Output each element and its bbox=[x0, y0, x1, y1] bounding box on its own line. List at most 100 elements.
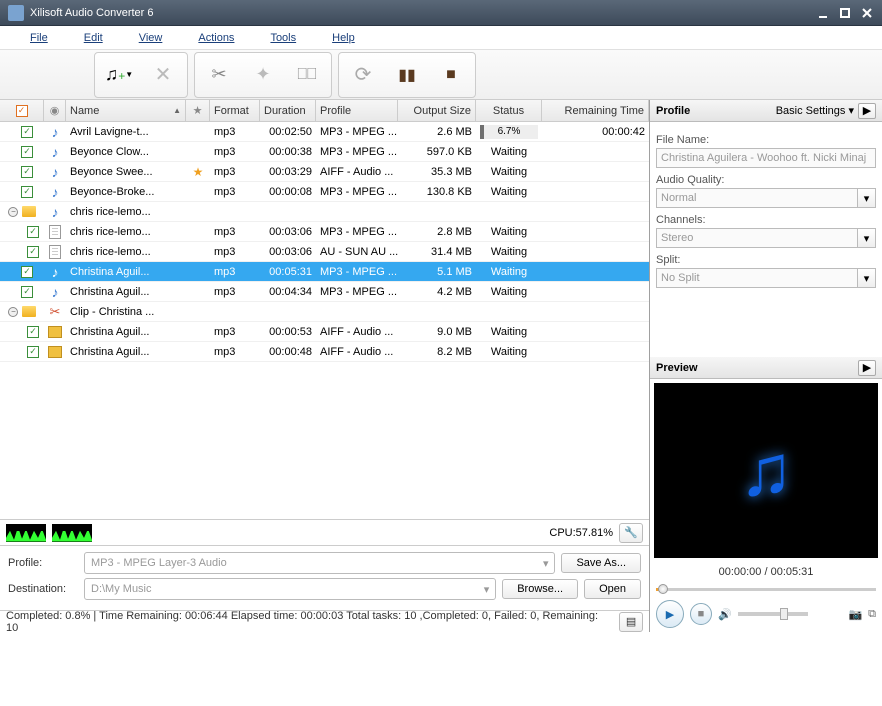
checkbox[interactable] bbox=[27, 246, 39, 258]
table-row[interactable]: chris rice-lemo...mp300:03:06MP3 - MPEG … bbox=[0, 222, 649, 242]
pause-button[interactable]: ▮▮ bbox=[387, 57, 427, 93]
preview-seek-slider[interactable] bbox=[656, 582, 876, 596]
snapshot-button[interactable]: 📷 bbox=[848, 608, 862, 621]
channels-select[interactable] bbox=[656, 228, 858, 248]
collapse-icon[interactable]: − bbox=[8, 207, 18, 217]
effects-button[interactable]: ✦ bbox=[243, 57, 283, 93]
destination-select[interactable]: D:\My Music▾ bbox=[84, 578, 496, 600]
preview-time: 00:00:00 / 00:05:31 bbox=[650, 562, 882, 582]
collapse-icon[interactable]: − bbox=[8, 307, 18, 317]
menu-file[interactable]: File bbox=[12, 29, 66, 47]
remove-button[interactable]: ✕ bbox=[143, 57, 183, 93]
file-list[interactable]: ♪Avril Lavigne-t...mp300:02:50MP3 - MPEG… bbox=[0, 122, 649, 519]
profile-select[interactable]: MP3 - MPEG Layer-3 Audio▾ bbox=[84, 552, 555, 574]
row-format: mp3 bbox=[210, 342, 260, 361]
row-duration: 00:00:38 bbox=[260, 142, 316, 161]
header-format[interactable]: Format bbox=[210, 100, 260, 121]
filename-label: File Name: bbox=[656, 134, 876, 146]
popout-button[interactable]: ⧉ bbox=[868, 608, 876, 621]
quality-select[interactable] bbox=[656, 188, 858, 208]
checkbox[interactable] bbox=[21, 126, 33, 138]
row-format: mp3 bbox=[210, 122, 260, 141]
profile-collapse-button[interactable]: ▶ bbox=[858, 103, 876, 119]
header-output[interactable]: Output Size bbox=[398, 100, 476, 121]
table-row[interactable]: chris rice-lemo...mp300:03:06AU - SUN AU… bbox=[0, 242, 649, 262]
chevron-down-icon[interactable]: ▾ bbox=[858, 188, 876, 208]
header-profile[interactable]: Profile bbox=[316, 100, 398, 121]
convert-button[interactable]: ⟳ bbox=[343, 57, 383, 93]
header-check[interactable] bbox=[0, 100, 44, 121]
menu-help[interactable]: Help bbox=[314, 29, 373, 47]
row-remaining bbox=[542, 262, 649, 281]
menu-actions[interactable]: Actions bbox=[180, 29, 252, 47]
row-format: mp3 bbox=[210, 182, 260, 201]
header-status[interactable]: Status bbox=[476, 100, 542, 121]
menu-view[interactable]: View bbox=[121, 29, 181, 47]
row-format: mp3 bbox=[210, 222, 260, 241]
table-row[interactable]: Christina Aguil...mp300:00:53AIFF - Audi… bbox=[0, 322, 649, 342]
music-icon: ♪ bbox=[52, 284, 59, 300]
row-duration: 00:03:29 bbox=[260, 162, 316, 181]
header-duration[interactable]: Duration bbox=[260, 100, 316, 121]
row-remaining bbox=[542, 282, 649, 301]
row-profile: MP3 - MPEG ... bbox=[316, 282, 398, 301]
table-row[interactable]: ♪Beyonce Swee...★mp300:03:29AIFF - Audio… bbox=[0, 162, 649, 182]
checkbox[interactable] bbox=[27, 346, 39, 358]
table-row[interactable]: Christina Aguil...mp300:00:48AIFF - Audi… bbox=[0, 342, 649, 362]
chevron-down-icon[interactable]: ▾ bbox=[858, 268, 876, 288]
preview-collapse-button[interactable]: ▶ bbox=[858, 360, 876, 376]
header-name[interactable]: Name▲ bbox=[66, 100, 186, 121]
checkbox[interactable] bbox=[27, 326, 39, 338]
open-button[interactable]: Open bbox=[584, 579, 641, 599]
saveas-button[interactable]: Save As... bbox=[561, 553, 641, 573]
checkbox[interactable] bbox=[21, 146, 33, 158]
maximize-button[interactable] bbox=[834, 5, 856, 21]
checkbox[interactable] bbox=[21, 186, 33, 198]
table-row[interactable]: − ✂Clip - Christina ... bbox=[0, 302, 649, 322]
filename-input[interactable] bbox=[656, 148, 876, 168]
table-row[interactable]: ♪Christina Aguil...mp300:04:34MP3 - MPEG… bbox=[0, 282, 649, 302]
menu-tools[interactable]: Tools bbox=[252, 29, 314, 47]
row-output: 9.0 MB bbox=[398, 322, 476, 341]
table-row[interactable]: − ♪chris rice-lemo... bbox=[0, 202, 649, 222]
header-disc-icon[interactable]: ◉ bbox=[44, 100, 66, 121]
basic-settings-dropdown[interactable]: Basic Settings ▾ bbox=[776, 104, 854, 117]
app-title: Xilisoft Audio Converter 6 bbox=[30, 7, 812, 19]
split-button[interactable]: ⎕⎕ bbox=[287, 57, 327, 93]
preview-stop-button[interactable]: ■ bbox=[690, 603, 712, 625]
table-row[interactable]: ♪Avril Lavigne-t...mp300:02:50MP3 - MPEG… bbox=[0, 122, 649, 142]
music-icon: ♪ bbox=[52, 144, 59, 160]
profile-panel-header: Profile Basic Settings ▾ ▶ bbox=[650, 100, 882, 122]
header-remaining[interactable]: Remaining Time bbox=[542, 100, 649, 121]
checkbox[interactable] bbox=[27, 226, 39, 238]
row-duration: 00:04:34 bbox=[260, 282, 316, 301]
menu-edit[interactable]: Edit bbox=[66, 29, 121, 47]
split-select[interactable] bbox=[656, 268, 858, 288]
clip-button[interactable]: ✂ bbox=[199, 57, 239, 93]
status-text: Waiting bbox=[476, 342, 542, 361]
browse-button[interactable]: Browse... bbox=[502, 579, 578, 599]
close-button[interactable] bbox=[856, 5, 878, 21]
checkbox[interactable] bbox=[21, 286, 33, 298]
table-row[interactable]: ♪Christina Aguil...mp300:05:31MP3 - MPEG… bbox=[0, 262, 649, 282]
row-duration: 00:00:53 bbox=[260, 322, 316, 341]
play-button[interactable]: ▶ bbox=[656, 600, 684, 628]
status-text bbox=[476, 302, 542, 321]
status-list-button[interactable]: ▤ bbox=[619, 612, 643, 632]
volume-icon[interactable]: 🔊 bbox=[718, 608, 732, 621]
checkbox[interactable] bbox=[21, 266, 33, 278]
stop-button[interactable]: ■ bbox=[431, 57, 471, 93]
checkbox[interactable] bbox=[21, 166, 33, 178]
chevron-down-icon[interactable]: ▾ bbox=[858, 228, 876, 248]
add-file-button[interactable]: ♫+▼ bbox=[99, 57, 139, 93]
volume-slider[interactable] bbox=[738, 612, 808, 616]
header-star[interactable]: ★ bbox=[186, 100, 210, 121]
table-row[interactable]: ♪Beyonce-Broke...mp300:00:08MP3 - MPEG .… bbox=[0, 182, 649, 202]
minimize-button[interactable] bbox=[812, 5, 834, 21]
chevron-down-icon: ▾ bbox=[543, 557, 549, 570]
table-row[interactable]: ♪Beyonce Clow...mp300:00:38MP3 - MPEG ..… bbox=[0, 142, 649, 162]
star-icon[interactable]: ★ bbox=[193, 165, 204, 179]
music-icon: ♪ bbox=[52, 184, 59, 200]
music-note-icon: ♫ bbox=[739, 430, 793, 512]
cpu-settings-button[interactable]: 🔧 bbox=[619, 523, 643, 543]
